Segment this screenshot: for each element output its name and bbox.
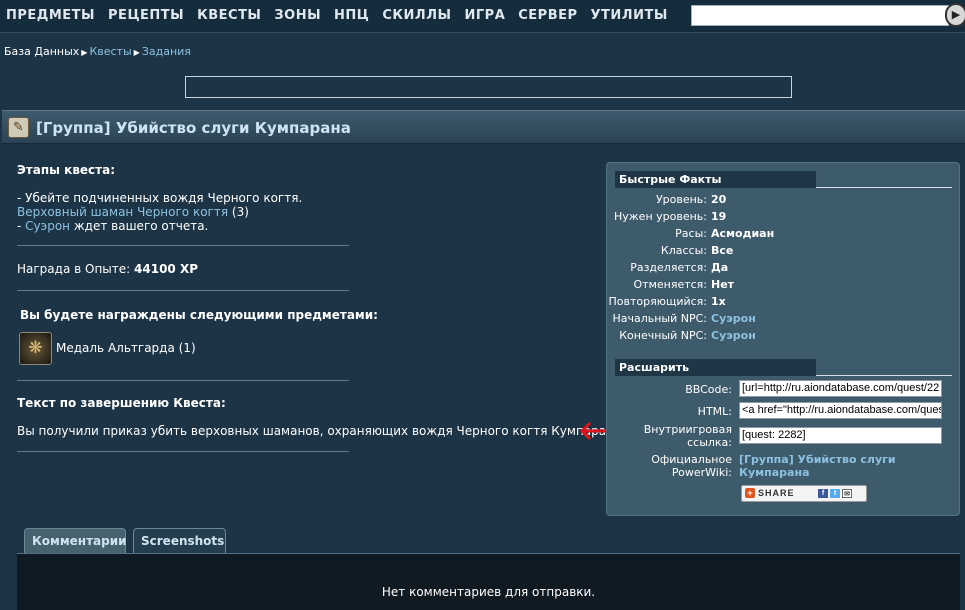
page-title: [Группа] Убийство слуги Кумпарана (36, 119, 351, 137)
stage-line-3-prefix: - (17, 219, 26, 233)
fact-value-abandonable: Нет (711, 278, 735, 291)
completion-text: Вы получили приказ убить верховных шаман… (17, 424, 626, 438)
nav-item-quests[interactable]: КВЕСТЫ (197, 8, 261, 23)
top-nav: ПРЕДМЕТЫ РЕЦЕПТЫ КВЕСТЫ ЗОНЫ НПЦ СКИЛЛЫ … (0, 0, 965, 33)
share-plus-icon: + (745, 488, 755, 498)
fact-label-level: Уровень: (655, 193, 707, 206)
title-bar: ✎ [Группа] Убийство слуги Кумпарана (2, 110, 965, 144)
no-comments-text: Нет комментариев для отправки. (381, 585, 596, 599)
tab-comments[interactable]: Комментарии (24, 528, 127, 553)
email-icon: ✉ (842, 489, 852, 498)
facts-header: Быстрые Факты (615, 171, 952, 188)
target-npc-link[interactable]: Верховный шаман Черного когтя (17, 205, 228, 219)
reward-xp-label: Награда в Опыте: (17, 262, 131, 276)
fact-label-classes: Классы: (660, 244, 707, 257)
fact-value-shareable: Да (711, 261, 729, 274)
nav-item-game[interactable]: ИГРА (465, 8, 506, 23)
search-input[interactable] (691, 5, 949, 26)
fact-value-end-npc[interactable]: Суэрон (711, 329, 756, 342)
stage-line-2: Верховный шаман Черного когтя (3) (17, 205, 249, 219)
share-header: Расшарить (615, 359, 952, 376)
fact-value-level: 20 (711, 193, 727, 206)
divider (17, 380, 349, 381)
fact-label-end-npc: Конечный NPC: (619, 329, 707, 342)
reward-item-name[interactable]: Медаль Альтгарда (1) (56, 341, 196, 355)
breadcrumb: База Данных ▶ Квесты ▶ Задания (4, 45, 191, 58)
divider (17, 451, 349, 452)
stage-line-3-suffix: ждет вашего отчета. (73, 219, 209, 233)
fact-label-shareable: Разделяется: (630, 261, 707, 274)
ingame-link-label-line1: Внутриигровая (643, 423, 732, 436)
share-heading: Расшарить (615, 359, 816, 376)
quest-npc-link[interactable]: Суэрон (25, 219, 70, 233)
facebook-icon: f (818, 489, 828, 498)
rewards-heading: Вы будете награждены следующими предмета… (20, 308, 378, 322)
ingame-link-label-line2: ссылка: (687, 436, 732, 449)
breadcrumb-quests[interactable]: Квесты (89, 45, 131, 58)
wiki-label: Официальное PowerWiki: (651, 453, 732, 479)
divider (17, 245, 349, 246)
nav-item-zones[interactable]: ЗОНЫ (274, 8, 321, 23)
fact-value-races: Асмодиан (711, 227, 775, 240)
twitter-icon: t (830, 489, 840, 498)
quick-facts-panel: Быстрые Факты Уровень: 20 Нужен уровень:… (606, 162, 960, 516)
nav-item-skills[interactable]: СКИЛЛЫ (382, 8, 451, 23)
tab-screenshots[interactable]: Screenshots (133, 528, 226, 553)
wiki-label-line1: Официальное (651, 453, 732, 466)
search-go-icon[interactable]: ▶ (945, 3, 965, 27)
nav-item-npc[interactable]: НПЦ (334, 8, 369, 23)
breadcrumb-tasks[interactable]: Задания (142, 45, 191, 58)
fact-label-required-level: Нужен уровень: (613, 210, 707, 223)
fact-label-races: Расы: (675, 227, 707, 240)
ingame-link-label: Внутриигровая ссылка: (644, 423, 732, 449)
fact-value-required-level: 19 (711, 210, 727, 223)
breadcrumb-arrow-icon: ▶ (133, 48, 140, 57)
comments-area: Нет комментариев для отправки. (17, 553, 960, 610)
fact-value-repeatable: 1x (711, 295, 726, 308)
divider (17, 290, 349, 291)
stages-heading: Этапы квеста: (17, 163, 116, 177)
ingame-link-field[interactable]: [quest: 2282] (739, 427, 942, 444)
quest-scroll-icon: ✎ (8, 117, 29, 138)
nav-item-server[interactable]: СЕРВЕР (518, 8, 577, 23)
fact-label-abandonable: Отменяется: (633, 278, 708, 291)
html-label: HTML: (697, 405, 732, 418)
ad-banner-box (185, 76, 792, 98)
share-button-label: SHARE (758, 488, 795, 498)
stage-line-3: - Суэрон ждет вашего отчета. (17, 219, 208, 233)
share-button[interactable]: + SHARE f t ✉ (741, 485, 867, 502)
wiki-link-line1[interactable]: [Группа] Убийство слуги (739, 453, 896, 466)
breadcrumb-arrow-icon: ▶ (81, 48, 88, 57)
wiki-link[interactable]: [Группа] Убийство слуги Кумпарана (739, 453, 896, 479)
fact-label-repeatable: Повторяющийся: (608, 295, 707, 308)
bbcode-field[interactable]: [url=http://ru.aiondatabase.com/quest/22 (739, 380, 942, 397)
target-count: (3) (231, 205, 249, 219)
bbcode-label: BBCode: (685, 383, 732, 396)
fact-label-start-npc: Начальный NPC: (612, 312, 707, 325)
nav-menu: ПРЕДМЕТЫ РЕЦЕПТЫ КВЕСТЫ ЗОНЫ НПЦ СКИЛЛЫ … (6, 8, 681, 23)
wiki-link-line2[interactable]: Кумпарана (739, 466, 810, 479)
html-field[interactable]: <a href="http://ru.aiondatabase.com/ques (739, 402, 942, 419)
reward-xp-value: 44100 XP (134, 262, 198, 276)
nav-item-recipes[interactable]: РЕЦЕПТЫ (108, 8, 184, 23)
nav-item-utilities[interactable]: УТИЛИТЫ (591, 8, 668, 23)
nav-item-items[interactable]: ПРЕДМЕТЫ (6, 8, 95, 23)
facts-heading: Быстрые Факты (615, 171, 816, 188)
breadcrumb-database[interactable]: База Данных (4, 45, 79, 58)
medal-item-icon[interactable]: ❋ (19, 332, 52, 365)
wiki-label-line2: PowerWiki: (671, 466, 732, 479)
fact-value-start-npc[interactable]: Суэрон (711, 312, 756, 325)
fact-value-classes: Все (711, 244, 734, 257)
completion-heading: Текст по завершению Квеста: (17, 396, 226, 410)
stage-line-1: - Убейте подчиненных вождя Черного когтя… (17, 191, 303, 205)
reward-xp: Награда в Опыте: 44100 XP (17, 262, 198, 276)
